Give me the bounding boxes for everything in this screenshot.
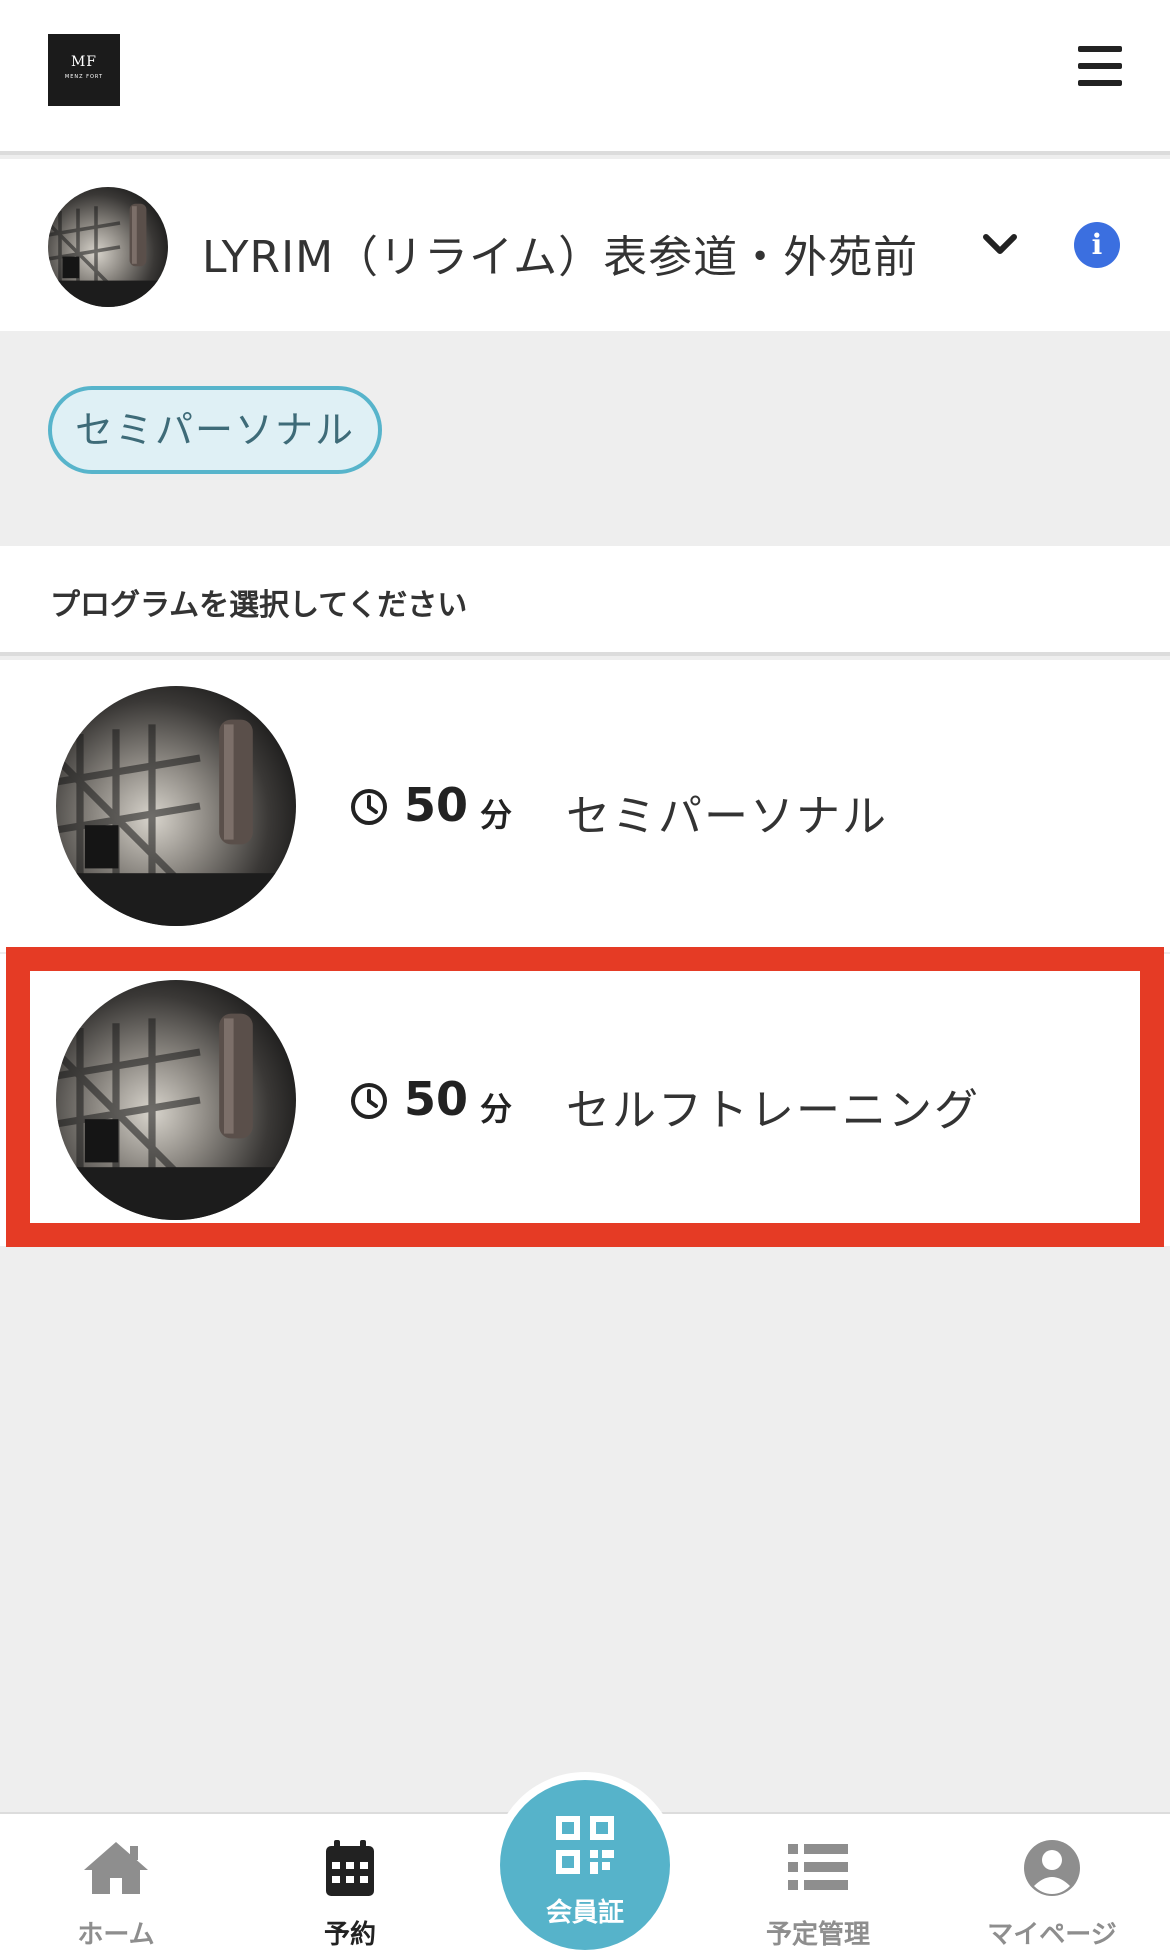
brand-logo[interactable]: MF MENZ FORT xyxy=(48,34,120,106)
program-image xyxy=(56,686,296,926)
program-item[interactable]: 50 分 セミパーソナル xyxy=(0,660,1170,952)
studio-name: LYRIM（リライム）表参道・外苑前 xyxy=(202,232,919,283)
calendar-icon xyxy=(326,1840,374,1896)
logo-mark: MF xyxy=(70,54,98,70)
program-image xyxy=(56,980,296,1220)
nav-home[interactable]: ホーム xyxy=(16,1814,216,1957)
program-name: セミパーソナル xyxy=(566,791,888,842)
list-icon xyxy=(788,1844,848,1890)
program-duration-unit: 分 xyxy=(480,796,513,834)
studio-selector[interactable]: LYRIM（リライム）表参道・外苑前 xyxy=(0,159,1170,331)
member-card-label: 会員証 xyxy=(545,1898,624,1928)
instruction-text: プログラムを選択してください xyxy=(50,588,468,623)
nav-schedule[interactable]: 予定管理 xyxy=(718,1814,918,1957)
program-name: セルフトレーニング xyxy=(566,1085,980,1136)
member-card-button[interactable]: 会員証 xyxy=(492,1772,678,1957)
category-chip[interactable]: セミパーソナル xyxy=(48,386,382,474)
chevron-down-icon[interactable] xyxy=(980,229,1020,259)
hamburger-menu-icon[interactable] xyxy=(1078,46,1122,86)
user-icon xyxy=(1024,1840,1080,1896)
info-icon[interactable]: i xyxy=(1074,222,1120,268)
logo-subtext: MENZ FORT xyxy=(64,74,104,80)
page: MF MENZ FORT LYRIM（リライム）表参道・外苑前 i セミパーソナ… xyxy=(0,0,1170,1957)
qr-code-icon xyxy=(556,1816,614,1874)
nav-schedule-label: 予定管理 xyxy=(765,1920,870,1950)
nav-reserve[interactable]: 予約 xyxy=(250,1814,450,1957)
clock-icon xyxy=(351,1083,387,1119)
program-item[interactable]: 50 分 セルフトレーニング xyxy=(0,954,1170,1246)
program-duration: 50 xyxy=(404,1072,469,1126)
nav-mypage-label: マイページ xyxy=(987,1920,1117,1950)
nav-mypage[interactable]: マイページ xyxy=(952,1814,1152,1957)
member-card-circle: 会員証 xyxy=(500,1780,670,1950)
home-icon xyxy=(84,1842,148,1894)
nav-reserve-label: 予約 xyxy=(323,1920,376,1950)
studio-avatar xyxy=(48,187,168,307)
program-duration: 50 xyxy=(404,778,469,832)
instruction-bar: プログラムを選択してください xyxy=(0,546,1170,656)
clock-icon xyxy=(351,789,387,825)
program-duration-unit: 分 xyxy=(480,1090,513,1128)
app-header: MF MENZ FORT xyxy=(0,0,1170,155)
nav-home-label: ホーム xyxy=(77,1920,155,1950)
